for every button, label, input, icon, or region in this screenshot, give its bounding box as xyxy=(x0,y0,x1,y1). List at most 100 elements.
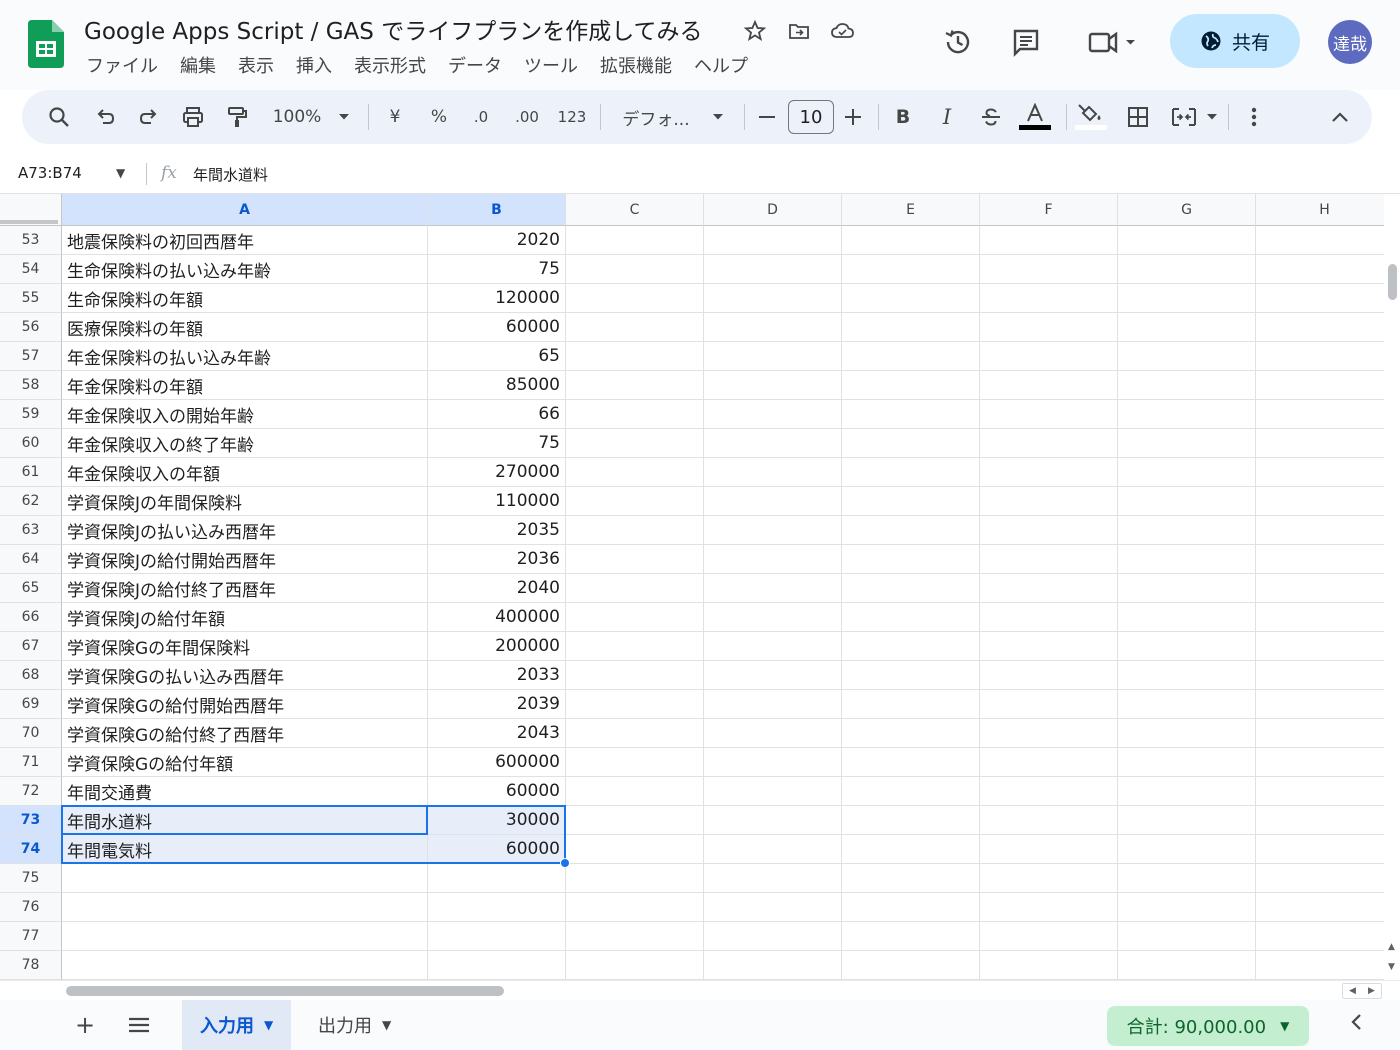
select-all-corner[interactable] xyxy=(0,194,62,226)
row-header[interactable]: 66 xyxy=(0,603,62,632)
cell-d73[interactable] xyxy=(704,806,842,835)
cell-a60[interactable]: 年金保険収入の終了年齢 xyxy=(62,429,428,458)
zoom-select[interactable]: 100% xyxy=(266,100,328,134)
cell-g65[interactable] xyxy=(1118,574,1256,603)
formula-input[interactable]: 年間水道料 xyxy=(193,164,268,185)
cell-b53[interactable]: 2020 xyxy=(428,226,566,255)
cell-c75[interactable] xyxy=(566,864,704,893)
search-menus-icon[interactable] xyxy=(42,100,76,134)
cell-h72[interactable] xyxy=(1256,777,1384,806)
row-header[interactable]: 55 xyxy=(0,284,62,313)
cell-h66[interactable] xyxy=(1256,603,1384,632)
sheet-tab-caret-icon[interactable]: ▼ xyxy=(382,1018,391,1032)
cell-d72[interactable] xyxy=(704,777,842,806)
cell-h65[interactable] xyxy=(1256,574,1384,603)
cell-d76[interactable] xyxy=(704,893,842,922)
cell-h73[interactable] xyxy=(1256,806,1384,835)
cell-d53[interactable] xyxy=(704,226,842,255)
row-header[interactable]: 63 xyxy=(0,516,62,545)
cell-g70[interactable] xyxy=(1118,719,1256,748)
cell-a59[interactable]: 年金保険収入の開始年齢 xyxy=(62,400,428,429)
cell-a53[interactable]: 地震保険料の初回西暦年 xyxy=(62,226,428,255)
cell-f62[interactable] xyxy=(980,487,1118,516)
cell-f64[interactable] xyxy=(980,545,1118,574)
increase-decimal-button[interactable]: .00 xyxy=(510,100,544,134)
bold-icon[interactable]: B xyxy=(890,100,916,134)
avatar[interactable]: 達哉 xyxy=(1328,20,1372,64)
cell-b57[interactable]: 65 xyxy=(428,342,566,371)
cell-h58[interactable] xyxy=(1256,371,1384,400)
cell-b68[interactable]: 2033 xyxy=(428,661,566,690)
cell-f68[interactable] xyxy=(980,661,1118,690)
cell-f60[interactable] xyxy=(980,429,1118,458)
cell-d75[interactable] xyxy=(704,864,842,893)
cell-a66[interactable]: 学資保険Jの給付年額 xyxy=(62,603,428,632)
cell-d62[interactable] xyxy=(704,487,842,516)
cell-c59[interactable] xyxy=(566,400,704,429)
cell-b77[interactable] xyxy=(428,922,566,951)
cell-g55[interactable] xyxy=(1118,284,1256,313)
cell-h74[interactable] xyxy=(1256,835,1384,864)
cell-e74[interactable] xyxy=(842,835,980,864)
cell-d63[interactable] xyxy=(704,516,842,545)
sum-caret-icon[interactable]: ▼ xyxy=(1280,1019,1289,1033)
scroll-left-icon[interactable]: ◀ xyxy=(1349,986,1356,996)
cell-h57[interactable] xyxy=(1256,342,1384,371)
cell-e75[interactable] xyxy=(842,864,980,893)
cell-g77[interactable] xyxy=(1118,922,1256,951)
font-caret-icon[interactable] xyxy=(708,100,728,134)
cell-c57[interactable] xyxy=(566,342,704,371)
cell-d55[interactable] xyxy=(704,284,842,313)
cell-g53[interactable] xyxy=(1118,226,1256,255)
row-header[interactable]: 53 xyxy=(0,226,62,255)
column-header-g[interactable]: G xyxy=(1118,194,1256,226)
cell-e58[interactable] xyxy=(842,371,980,400)
cell-b76[interactable] xyxy=(428,893,566,922)
menu-file[interactable]: ファイル xyxy=(86,52,169,78)
column-header-a[interactable]: A xyxy=(62,194,428,226)
sheet-tab-input[interactable]: 入力用 ▼ xyxy=(182,1000,292,1050)
cell-d61[interactable] xyxy=(704,458,842,487)
cell-f70[interactable] xyxy=(980,719,1118,748)
cell-b65[interactable]: 2040 xyxy=(428,574,566,603)
cell-e71[interactable] xyxy=(842,748,980,777)
cell-b54[interactable]: 75 xyxy=(428,255,566,284)
cell-h62[interactable] xyxy=(1256,487,1384,516)
cell-c55[interactable] xyxy=(566,284,704,313)
cell-f72[interactable] xyxy=(980,777,1118,806)
cell-b55[interactable]: 120000 xyxy=(428,284,566,313)
cell-a58[interactable]: 年金保険料の年額 xyxy=(62,371,428,400)
row-header[interactable]: 62 xyxy=(0,487,62,516)
paint-format-icon[interactable] xyxy=(220,100,254,134)
column-header-b[interactable]: B xyxy=(428,194,566,226)
cloud-status-icon[interactable] xyxy=(828,16,858,46)
cell-f75[interactable] xyxy=(980,864,1118,893)
cell-g61[interactable] xyxy=(1118,458,1256,487)
cell-a75[interactable] xyxy=(62,864,428,893)
cell-e64[interactable] xyxy=(842,545,980,574)
cell-g62[interactable] xyxy=(1118,487,1256,516)
cell-c70[interactable] xyxy=(566,719,704,748)
cell-b73[interactable]: 30000 xyxy=(428,806,566,835)
cell-h60[interactable] xyxy=(1256,429,1384,458)
cell-h67[interactable] xyxy=(1256,632,1384,661)
row-header[interactable]: 73 xyxy=(0,806,62,835)
cell-b78[interactable] xyxy=(428,951,566,980)
horizontal-scrollbar[interactable]: ◀ ▶ xyxy=(0,980,1400,1000)
cell-b70[interactable]: 2043 xyxy=(428,719,566,748)
cell-f66[interactable] xyxy=(980,603,1118,632)
version-history-icon[interactable] xyxy=(938,22,978,62)
cell-e62[interactable] xyxy=(842,487,980,516)
row-header[interactable]: 76 xyxy=(0,893,62,922)
cell-b58[interactable]: 85000 xyxy=(428,371,566,400)
cell-c53[interactable] xyxy=(566,226,704,255)
row-header[interactable]: 78 xyxy=(0,951,62,980)
cell-d56[interactable] xyxy=(704,313,842,342)
row-header[interactable]: 59 xyxy=(0,400,62,429)
row-header[interactable]: 74 xyxy=(0,835,62,864)
menu-extensions[interactable]: 拡張機能 xyxy=(600,52,683,78)
cell-a54[interactable]: 生命保険料の払い込み年齢 xyxy=(62,255,428,284)
cell-g60[interactable] xyxy=(1118,429,1256,458)
cell-b75[interactable] xyxy=(428,864,566,893)
italic-icon[interactable]: I xyxy=(934,100,960,134)
